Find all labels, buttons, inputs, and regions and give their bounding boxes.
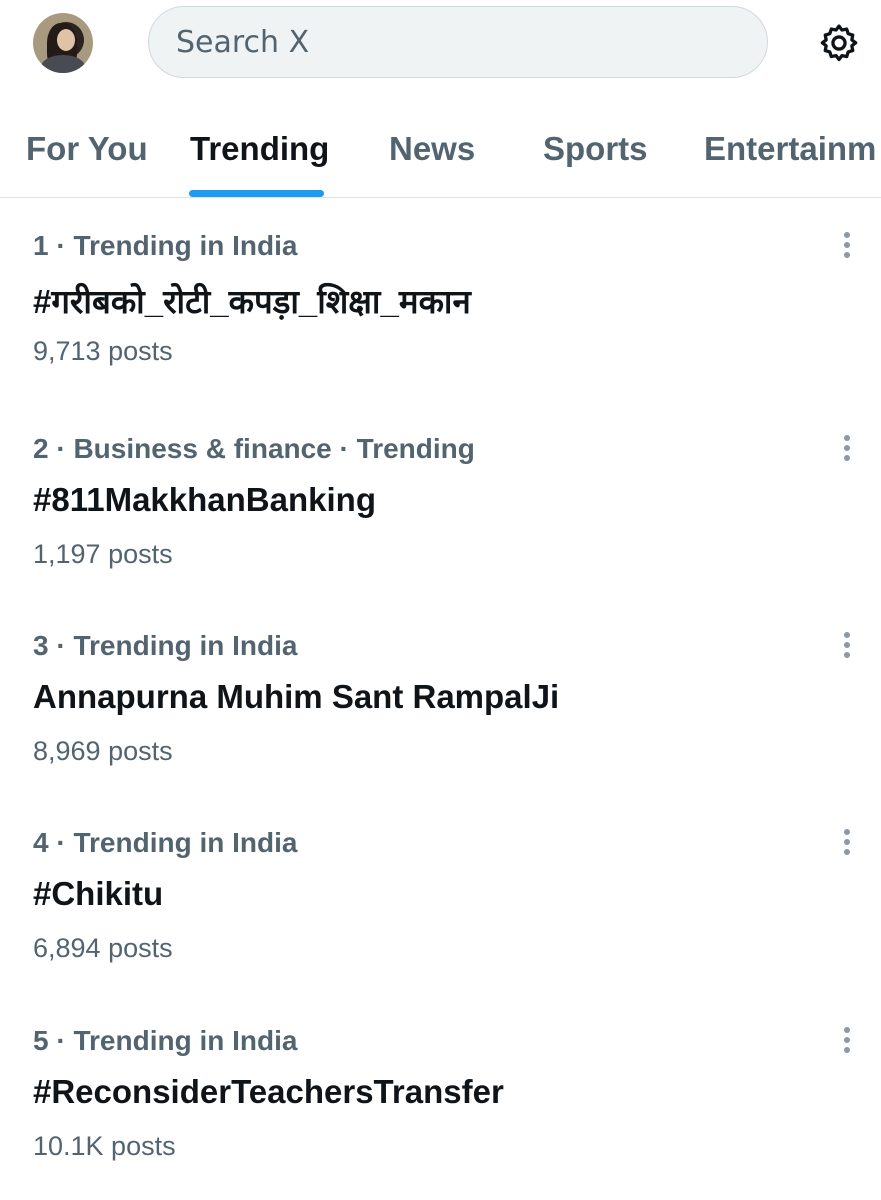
- trend-post-count: 1,197 posts: [33, 539, 173, 569]
- tab-news[interactable]: News: [389, 130, 475, 168]
- trend-post-count: 8,969 posts: [33, 736, 173, 766]
- avatar-body: [41, 55, 85, 73]
- tab-bar: For You Trending News Sports Entertainm: [0, 110, 881, 198]
- trend-title[interactable]: #811MakkhanBanking: [33, 481, 376, 519]
- search-input[interactable]: [174, 23, 738, 61]
- tab-entertainment[interactable]: Entertainm: [704, 130, 876, 168]
- trend-item[interactable]: 2 · Business & finance · Trending #811Ma…: [0, 403, 881, 600]
- more-options-button[interactable]: [832, 827, 862, 857]
- trend-title[interactable]: #गरीबको_रोटी_कपड़ा_शिक्षा_मकान: [33, 278, 471, 323]
- tab-sports[interactable]: Sports: [543, 130, 648, 168]
- trend-item[interactable]: 5 · Trending in India #ReconsiderTeacher…: [0, 995, 881, 1192]
- more-vertical-icon: [844, 232, 850, 258]
- trend-item[interactable]: 4 · Trending in India #Chikitu 6,894 pos…: [0, 797, 881, 994]
- trend-title[interactable]: Annapurna Muhim Sant RampalJi: [33, 678, 559, 716]
- more-options-button[interactable]: [832, 230, 862, 260]
- more-vertical-icon: [844, 435, 850, 461]
- more-options-button[interactable]: [832, 433, 862, 463]
- trend-meta: 4 · Trending in India: [33, 827, 298, 858]
- gear-icon: [820, 24, 858, 62]
- top-bar: [0, 0, 881, 95]
- trend-item[interactable]: 3 · Trending in India Annapurna Muhim Sa…: [0, 600, 881, 797]
- more-options-button[interactable]: [832, 630, 862, 660]
- avatar-face: [57, 29, 75, 51]
- settings-button[interactable]: [814, 18, 864, 68]
- tab-for-you[interactable]: For You: [26, 130, 148, 168]
- trend-meta: 2 · Business & finance · Trending: [33, 433, 475, 464]
- search-bar[interactable]: [148, 6, 768, 78]
- trend-meta: 3 · Trending in India: [33, 630, 298, 661]
- trend-item[interactable]: 1 · Trending in India #गरीबको_रोटी_कपड़ा…: [0, 200, 881, 397]
- trend-meta: 1 · Trending in India: [33, 230, 298, 261]
- tab-trending[interactable]: Trending: [190, 130, 329, 168]
- trend-post-count: 6,894 posts: [33, 933, 173, 963]
- trend-meta: 5 · Trending in India: [33, 1025, 298, 1056]
- active-tab-indicator: [189, 190, 324, 197]
- more-vertical-icon: [844, 1027, 850, 1053]
- trend-title[interactable]: #ReconsiderTeachersTransfer: [33, 1073, 504, 1111]
- trend-post-count: 9,713 posts: [33, 336, 173, 366]
- more-options-button[interactable]: [832, 1025, 862, 1055]
- more-vertical-icon: [844, 829, 850, 855]
- trend-title[interactable]: #Chikitu: [33, 875, 163, 913]
- avatar[interactable]: [33, 13, 93, 73]
- more-vertical-icon: [844, 632, 850, 658]
- trend-post-count: 10.1K posts: [33, 1131, 176, 1161]
